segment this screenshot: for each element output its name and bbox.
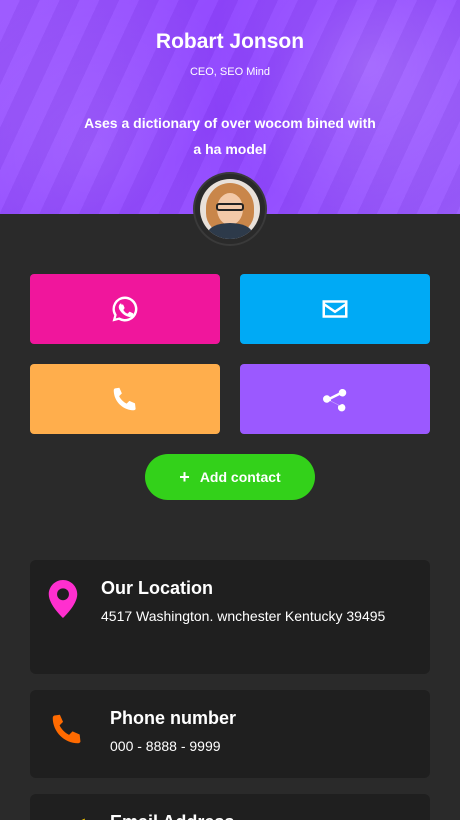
phone-title: Phone number <box>110 708 237 728</box>
phone-icon <box>113 387 136 411</box>
email-card: Email Address <box>30 794 430 820</box>
profile-tagline: Ases a dictionary of over wocom bined wi… <box>84 115 376 157</box>
email-title: Email Address <box>110 812 234 820</box>
location-card: Our Location 4517 Washington. wnchester … <box>30 560 430 674</box>
envelope-icon <box>322 300 348 318</box>
add-contact-label: Add contact <box>199 469 281 485</box>
whatsapp-icon <box>112 296 138 322</box>
email-button[interactable] <box>240 274 430 344</box>
share-button[interactable] <box>240 364 430 434</box>
avatar <box>195 174 265 244</box>
phone-icon <box>52 714 81 744</box>
call-button[interactable] <box>30 364 220 434</box>
phone-card: Phone number 000 - 8888 - 9999 <box>30 690 430 778</box>
phone-value: 000 - 8888 - 9999 <box>110 738 221 754</box>
profile-name: Robart Jonson <box>155 30 305 53</box>
whatsapp-button[interactable] <box>30 274 220 344</box>
profile-role: CEO, SEO Mind <box>189 66 271 78</box>
share-icon <box>323 388 347 412</box>
location-title: Our Location <box>101 578 213 598</box>
map-pin-icon <box>48 580 78 618</box>
location-value: 4517 Washington. wnchester Kentucky 3949… <box>101 608 386 624</box>
plus-icon: + <box>179 467 190 487</box>
add-contact-button[interactable]: + Add contact <box>145 454 315 500</box>
paper-plane-icon <box>81 818 85 820</box>
